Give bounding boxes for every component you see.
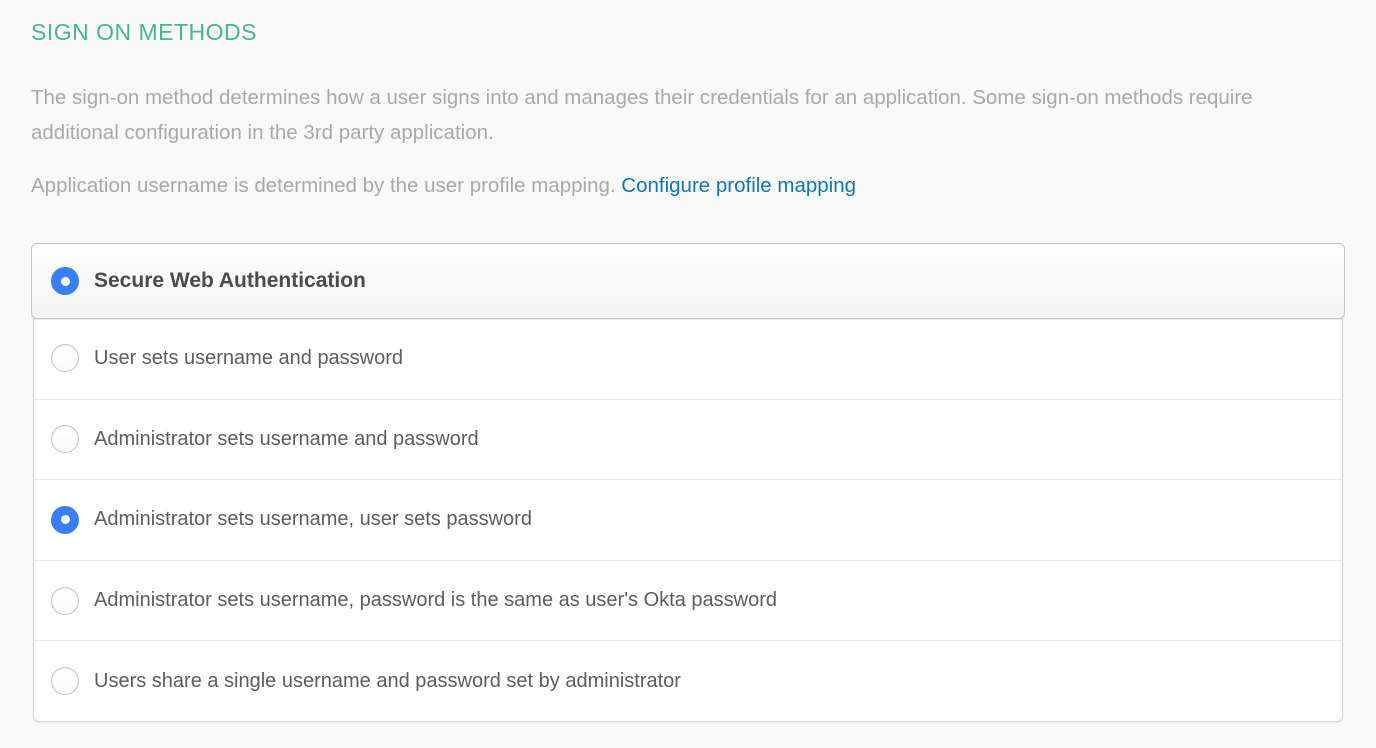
radio-checked-icon[interactable] — [51, 506, 79, 534]
radio-unchecked-icon[interactable] — [51, 344, 79, 372]
configure-profile-mapping-link[interactable]: Configure profile mapping — [621, 174, 856, 197]
radio-checked-icon[interactable] — [51, 267, 79, 295]
option-label: Administrator sets username and password — [94, 428, 479, 451]
sign-on-option-row[interactable]: Administrator sets username and password — [34, 399, 1342, 480]
option-label: Administrator sets username, user sets p… — [94, 508, 532, 531]
sign-on-option-row[interactable]: Users share a single username and passwo… — [34, 640, 1342, 721]
sign-on-methods-section: SIGN ON METHODS The sign-on method deter… — [0, 0, 1376, 722]
radio-unchecked-icon[interactable] — [51, 425, 79, 453]
sign-on-option-row[interactable]: User sets username and password — [34, 318, 1342, 399]
sign-on-option-row[interactable]: Administrator sets username, password is… — [34, 560, 1342, 641]
sign-on-options-list: User sets username and password Administr… — [33, 318, 1343, 722]
option-label: Administrator sets username, password is… — [94, 589, 777, 612]
username-note: Application username is determined by th… — [31, 172, 1341, 200]
method-group-header[interactable]: Secure Web Authentication — [31, 243, 1345, 319]
radio-unchecked-icon[interactable] — [51, 667, 79, 695]
username-note-text: Application username is determined by th… — [31, 174, 621, 197]
radio-unchecked-icon[interactable] — [51, 587, 79, 615]
sign-on-option-row[interactable]: Administrator sets username, user sets p… — [34, 479, 1342, 560]
section-description: The sign-on method determines how a user… — [31, 80, 1341, 150]
option-label: Users share a single username and passwo… — [94, 670, 681, 693]
method-group-label: Secure Web Authentication — [94, 269, 366, 293]
option-label: User sets username and password — [94, 347, 403, 370]
section-heading: SIGN ON METHODS — [31, 19, 1345, 46]
